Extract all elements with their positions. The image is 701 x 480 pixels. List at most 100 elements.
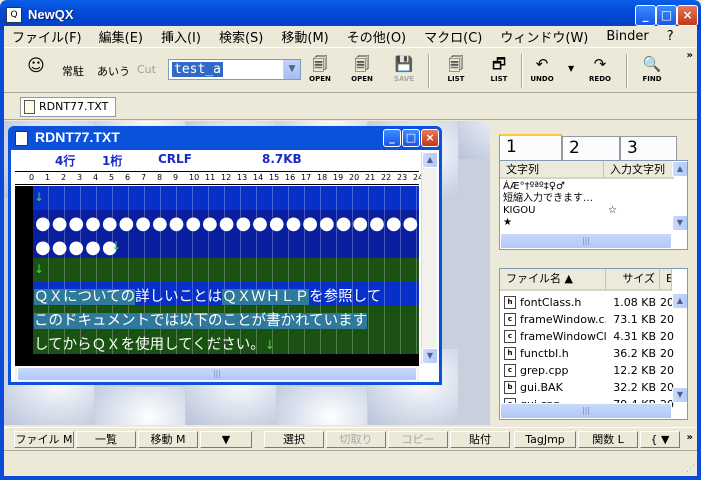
cpp-file-icon: c (504, 313, 516, 326)
file-name: frameWindow.c... (520, 313, 606, 326)
scroll-up-icon[interactable]: ▲ (422, 152, 438, 168)
menu-window[interactable]: ウィンドウ(W) (491, 27, 597, 46)
chevron-down-icon[interactable]: ▼ (283, 60, 300, 79)
fkey-dropdown[interactable]: ▼ (200, 431, 252, 448)
file-row[interactable]: c frameWindowCl... 4.31 KB 20 (500, 328, 674, 345)
fkey-list[interactable]: 一覧 (76, 431, 136, 448)
document-tab[interactable]: RDNT77.TXT (20, 97, 116, 117)
fkey-function[interactable]: 関数 L (578, 431, 638, 448)
eol-indicator: CRLF (158, 152, 192, 166)
editor-close-button[interactable]: × (421, 129, 439, 147)
editor-status-line: 4行 1桁 CRLF 8.7KB (15, 152, 419, 169)
open-new-button-label: OPEN (351, 75, 373, 83)
toolbar-overflow-icon[interactable]: » (687, 50, 693, 61)
find-button[interactable]: 🔍 FIND (634, 53, 670, 89)
fkey-file[interactable]: ファイル M (14, 431, 74, 448)
horizontal-scrollbar[interactable]: ||| (500, 233, 672, 249)
file-row[interactable]: h functbl.h 36.2 KB 20 (500, 345, 674, 362)
scroll-up-icon[interactable]: ▲ (672, 161, 687, 177)
file-row[interactable]: c grep.cpp 12.2 KB 20 (500, 362, 674, 379)
document-tab-label: RDNT77.TXT (39, 100, 109, 113)
menu-insert[interactable]: 挿入(I) (152, 27, 210, 46)
undo-button[interactable]: ↶ UNDO (524, 53, 560, 89)
fkey-move[interactable]: 移動 M (138, 431, 198, 448)
horizontal-scroll-thumb[interactable]: ||| (17, 367, 417, 381)
file-row[interactable]: b gui.BAK 32.2 KB 20 (500, 379, 674, 396)
list-button[interactable]: 🗐 LIST (438, 53, 474, 89)
open-button[interactable]: 🗐 OPEN (302, 53, 338, 89)
fkey-overflow-icon[interactable]: » (687, 432, 693, 443)
file-row[interactable]: c frameWindow.c... 73.1 KB 20 (500, 311, 674, 328)
resize-grip-icon[interactable]: ⋰ (686, 464, 695, 474)
app-icon[interactable]: Q (6, 7, 22, 23)
ruler-tick: 17 (301, 173, 312, 182)
menu-help[interactable]: ? (658, 29, 683, 44)
panel-tab-3[interactable]: 3 (620, 136, 677, 160)
editor-maximize-button[interactable]: □ (402, 129, 420, 147)
newline-icon: ↓ (34, 190, 45, 204)
editor-window[interactable]: RDNT77.TXT _ □ × 4行 1桁 CRLF 8.7KB 012345… (8, 126, 442, 385)
file-row[interactable]: h fontClass.h 1.08 KB 20 (500, 294, 674, 311)
open-new-button[interactable]: 🗐 OPEN (344, 53, 380, 89)
ime-label[interactable]: あいう (97, 63, 130, 79)
window-title: NewQX (28, 7, 74, 22)
fkey-select[interactable]: 選択 (264, 431, 324, 448)
floppy-icon: 💾 (394, 55, 414, 73)
text-edit-area[interactable]: ↓ ●●●●●●●●●●●●●●●●●●●●●●●●●● ●●●●●↓ ↓ ＱＸ… (15, 186, 419, 366)
ruler-tick: 23 (397, 173, 408, 182)
fkey-cut[interactable]: 切取り (326, 431, 386, 448)
cpp-file-icon: c (504, 330, 516, 343)
menu-other[interactable]: その他(O) (338, 27, 415, 46)
fkey-brace[interactable]: { ▼ (640, 431, 680, 448)
menu-file[interactable]: ファイル(F) (4, 27, 90, 46)
column-header-size[interactable]: サイズ (606, 269, 660, 291)
file-size: 36.2 KB (613, 347, 656, 360)
list-item[interactable]: KIGOU ☆ (500, 205, 670, 217)
redo-button[interactable]: ↷ REDO (582, 53, 618, 89)
panel-tab-1[interactable]: 1 (499, 134, 562, 160)
smiley-icon[interactable]: ☺ (26, 56, 46, 76)
fkey-paste[interactable]: 貼付 (450, 431, 510, 448)
status-bar: ⋰ (4, 450, 697, 476)
resident-label[interactable]: 常駐 (62, 63, 84, 79)
header-file-icon: h (504, 347, 516, 360)
undo-icon: ↶ (535, 55, 549, 73)
menu-macro[interactable]: マクロ(C) (415, 27, 491, 46)
scroll-down-icon[interactable]: ▼ (672, 387, 687, 403)
macro-combo[interactable]: test_a ▼ (168, 59, 301, 80)
abbreviation-list[interactable]: 文字列 入力文字列 ÁÆ°†ºªº‡♀♂ 短縮入力できます… KIGOU ☆ ★ … (499, 160, 688, 250)
panel-tab-2[interactable]: 2 (562, 136, 620, 160)
column-header-input[interactable]: 入力文字列 (604, 161, 674, 179)
scroll-down-icon[interactable]: ▼ (422, 348, 438, 364)
fkey-tagjump[interactable]: TagJmp (514, 431, 576, 448)
ruler-tick: 15 (269, 173, 280, 182)
menu-move[interactable]: 移動(M) (272, 27, 337, 46)
fkey-copy[interactable]: コピー (388, 431, 448, 448)
open-new-icon: 🗐 (354, 55, 370, 73)
column-header-filename[interactable]: ファイル名 ▲ (500, 269, 606, 291)
close-button[interactable]: × (677, 5, 698, 26)
column-header-date[interactable]: E (660, 269, 672, 291)
column-header-string[interactable]: 文字列 (500, 161, 604, 179)
menu-search[interactable]: 検索(S) (210, 27, 272, 46)
scroll-up-icon[interactable]: ▲ (672, 293, 687, 309)
window-frame-bottom (0, 476, 701, 480)
maximize-button[interactable]: □ (656, 5, 677, 26)
menu-edit[interactable]: 編集(E) (90, 27, 152, 46)
window-list-button[interactable]: 🗗 LIST (481, 53, 517, 89)
editor-horizontal-scrollbar[interactable]: ||| (15, 366, 419, 382)
file-list[interactable]: ファイル名 ▲ サイズ E hfontClass.h1.08 KB20 cfra… (499, 268, 688, 420)
horizontal-scrollbar[interactable]: ||| (500, 403, 672, 419)
scroll-down-icon[interactable]: ▼ (672, 215, 687, 231)
save-button[interactable]: 💾 SAVE (386, 53, 422, 89)
editor-minimize-button[interactable]: _ (383, 129, 401, 147)
text-span: を参照して (309, 289, 382, 305)
menu-binder[interactable]: Binder (597, 29, 657, 44)
minimize-button[interactable]: _ (635, 5, 656, 26)
find-icon: 🔍 (642, 55, 662, 73)
editor-title-bar[interactable]: RDNT77.TXT _ □ × (11, 126, 439, 150)
editor-vertical-scrollbar[interactable]: ▲ ▼ (421, 152, 438, 364)
undo-dropdown-icon[interactable]: ▼ (568, 64, 574, 73)
cut-label[interactable]: Cut (137, 63, 156, 76)
file-size: 1.08 KB (613, 296, 656, 309)
